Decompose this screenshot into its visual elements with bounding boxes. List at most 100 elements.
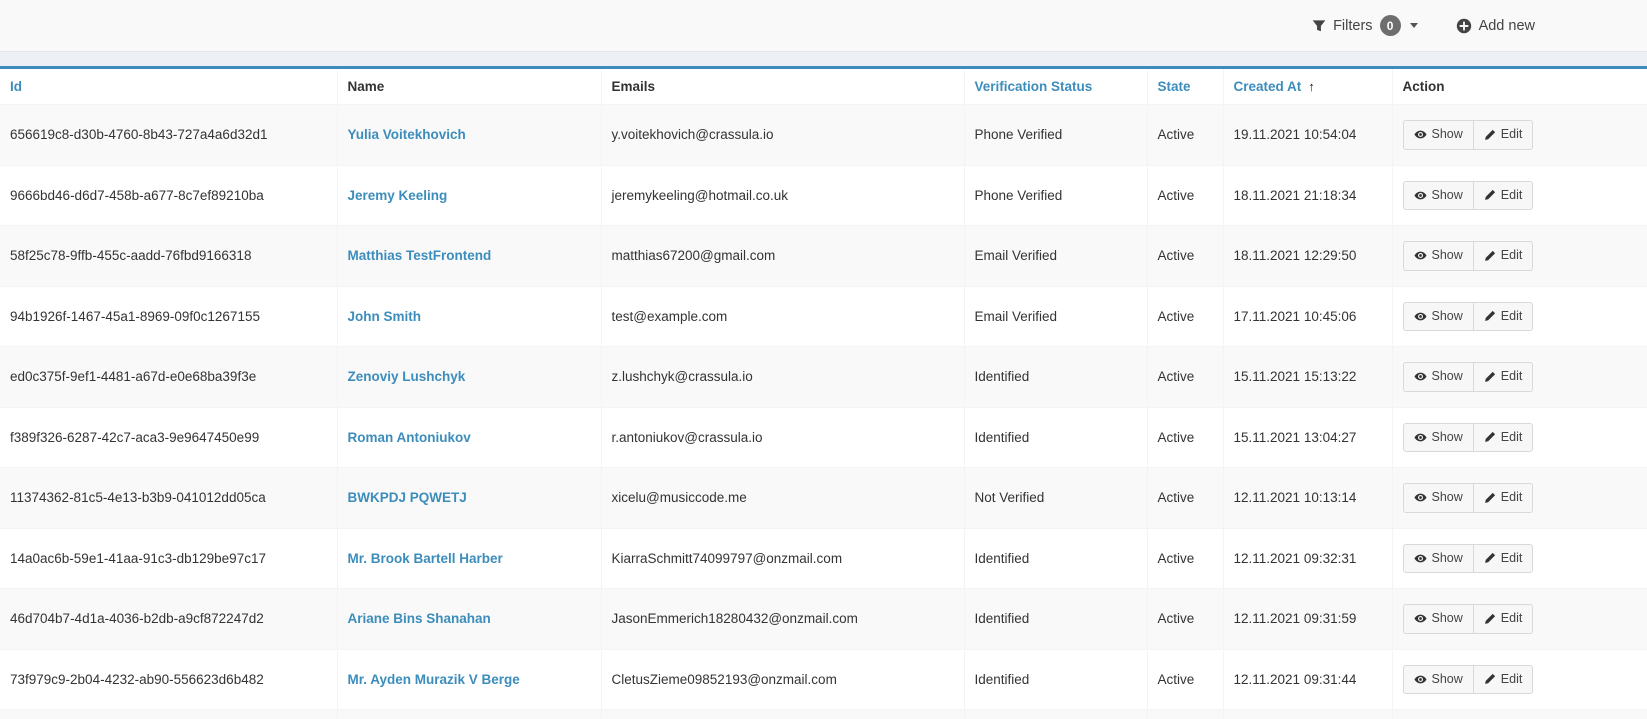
show-button[interactable]: Show <box>1403 665 1474 695</box>
pencil-icon <box>1484 613 1496 625</box>
client-name-link[interactable]: Mr. Ayden Murazik V Berge <box>348 672 520 687</box>
cell-name: Mr. Ayden Murazik V Berge <box>337 649 601 710</box>
edit-button[interactable]: Edit <box>1473 120 1534 150</box>
table-body: 656619c8-d30b-4760-8b43-727a4a6d32d1 Yul… <box>0 105 1647 719</box>
cell-created-at: 12.11.2021 09:31:44 <box>1223 649 1392 710</box>
table-row: 46d704b7-4d1a-4036-b2db-a9cf872247d2 Ari… <box>0 589 1647 650</box>
table-row: ed0c375f-9ef1-4481-a67d-e0e68ba39f3e Zen… <box>0 347 1647 408</box>
cell-created-at: 12.11.2021 09:31:59 <box>1223 589 1392 650</box>
table-row: 73f979c9-2b04-4232-ab90-556623d6b482 Mr.… <box>0 649 1647 710</box>
cell-verification-status: Email Verified <box>964 226 1147 287</box>
row-action-group: Show Edit <box>1403 181 1534 211</box>
client-name-link[interactable]: John Smith <box>348 309 422 324</box>
edit-button[interactable]: Edit <box>1473 604 1534 634</box>
edit-button[interactable]: Edit <box>1473 362 1534 392</box>
show-button[interactable]: Show <box>1403 544 1474 574</box>
filter-icon <box>1312 19 1326 33</box>
show-button[interactable]: Show <box>1403 241 1474 271</box>
row-action-group: Show Edit <box>1403 544 1534 574</box>
row-action-group: Show Edit <box>1403 483 1534 513</box>
row-action-group: Show Edit <box>1403 241 1534 271</box>
column-header-id[interactable]: Id <box>0 69 337 105</box>
cell-email: r.antoniukov@crassula.io <box>601 407 964 468</box>
cell-id: 656619c8-d30b-4760-8b43-727a4a6d32d1 <box>0 105 337 166</box>
filters-count-badge: 0 <box>1380 15 1401 36</box>
cell-name: Roman Antoniukov <box>337 407 601 468</box>
column-header-state[interactable]: State <box>1147 69 1223 105</box>
table-row: 11374362-81c5-4e13-b3b9-041012dd05ca BWK… <box>0 468 1647 529</box>
pencil-icon <box>1484 492 1496 504</box>
column-header-emails: Emails <box>601 69 964 105</box>
cell-created-at: 19.11.2021 10:54:04 <box>1223 105 1392 166</box>
cell-created-at: 12.11.2021 09:32:31 <box>1223 528 1392 589</box>
show-button[interactable]: Show <box>1403 120 1474 150</box>
client-name-link[interactable]: Zenoviy Lushchyk <box>348 369 466 384</box>
cell-id: 14a0ac6b-59e1-41aa-91c3-db129be97c17 <box>0 528 337 589</box>
eye-icon <box>1414 128 1427 141</box>
cell-state: Active <box>1147 105 1223 166</box>
client-name-link[interactable]: Ariane Bins Shanahan <box>348 611 491 626</box>
pencil-icon <box>1484 189 1496 201</box>
add-new-button[interactable]: Add new <box>1456 18 1535 34</box>
cell-state: Active <box>1147 347 1223 408</box>
edit-button[interactable]: Edit <box>1473 423 1534 453</box>
client-name-link[interactable]: Roman Antoniukov <box>348 430 471 445</box>
eye-icon <box>1414 370 1427 383</box>
clients-table-panel: Id Name Emails Verification Status State… <box>0 66 1647 719</box>
eye-icon <box>1414 431 1427 444</box>
column-header-verification-status[interactable]: Verification Status <box>964 69 1147 105</box>
cell-created-at: 15.11.2021 15:13:22 <box>1223 347 1392 408</box>
show-button[interactable]: Show <box>1403 423 1474 453</box>
cell-name: Ariane Bins Shanahan <box>337 589 601 650</box>
cell-action: Show Edit <box>1392 468 1647 529</box>
client-name-link[interactable]: Matthias TestFrontend <box>348 248 492 263</box>
cell-action: Show Edit <box>1392 649 1647 710</box>
client-name-link[interactable]: Yulia Voitekhovich <box>348 127 466 142</box>
table-row: 14a0ac6b-59e1-41aa-91c3-db129be97c17 Mr.… <box>0 528 1647 589</box>
cell-id: 58f25c78-9ffb-455c-aadd-76fbd9166318 <box>0 226 337 287</box>
cell-email: Dr.AntoneHand35446203@onzmail.com <box>601 710 964 719</box>
cell-id: 11374362-81c5-4e13-b3b9-041012dd05ca <box>0 468 337 529</box>
show-button[interactable]: Show <box>1403 302 1474 332</box>
cell-verification-status: Identified <box>964 649 1147 710</box>
cell-verification-status: Not Verified <box>964 468 1147 529</box>
cell-created-at: 12.11.2021 09:31:33 <box>1223 710 1392 719</box>
cell-name: Marielle Morissette Hand <box>337 710 601 719</box>
cell-action: Show Edit <box>1392 165 1647 226</box>
cell-verification-status: Identified <box>964 407 1147 468</box>
cell-email: test@example.com <box>601 286 964 347</box>
show-button[interactable]: Show <box>1403 604 1474 634</box>
cell-id: ca6f2eb6-57cf-4ce4-9843-daddde64653e <box>0 710 337 719</box>
eye-icon <box>1414 189 1427 202</box>
edit-button[interactable]: Edit <box>1473 181 1534 211</box>
filters-dropdown-button[interactable]: Filters 0 <box>1312 15 1417 36</box>
cell-name: Zenoviy Lushchyk <box>337 347 601 408</box>
cell-id: 9666bd46-d6d7-458b-a677-8c7ef89210ba <box>0 165 337 226</box>
edit-button[interactable]: Edit <box>1473 302 1534 332</box>
column-header-name: Name <box>337 69 601 105</box>
client-name-link[interactable]: Jeremy Keeling <box>348 188 448 203</box>
top-toolbar: Filters 0 Add new <box>0 0 1647 52</box>
cell-id: ed0c375f-9ef1-4481-a67d-e0e68ba39f3e <box>0 347 337 408</box>
show-button[interactable]: Show <box>1403 362 1474 392</box>
cell-state: Active <box>1147 710 1223 719</box>
client-name-link[interactable]: Mr. Brook Bartell Harber <box>348 551 503 566</box>
column-header-created-at[interactable]: Created At↑ <box>1223 69 1392 105</box>
eye-icon <box>1414 673 1427 686</box>
pencil-icon <box>1484 129 1496 141</box>
show-button[interactable]: Show <box>1403 483 1474 513</box>
cell-action: Show Edit <box>1392 286 1647 347</box>
cell-id: 73f979c9-2b04-4232-ab90-556623d6b482 <box>0 649 337 710</box>
show-button[interactable]: Show <box>1403 181 1474 211</box>
cell-state: Active <box>1147 468 1223 529</box>
pencil-icon <box>1484 371 1496 383</box>
table-row: 94b1926f-1467-45a1-8969-09f0c1267155 Joh… <box>0 286 1647 347</box>
edit-button[interactable]: Edit <box>1473 544 1534 574</box>
edit-button[interactable]: Edit <box>1473 665 1534 695</box>
edit-button[interactable]: Edit <box>1473 483 1534 513</box>
pencil-icon <box>1484 552 1496 564</box>
eye-icon <box>1414 612 1427 625</box>
client-name-link[interactable]: BWKPDJ PQWETJ <box>348 490 467 505</box>
edit-button[interactable]: Edit <box>1473 241 1534 271</box>
clients-table: Id Name Emails Verification Status State… <box>0 69 1647 719</box>
